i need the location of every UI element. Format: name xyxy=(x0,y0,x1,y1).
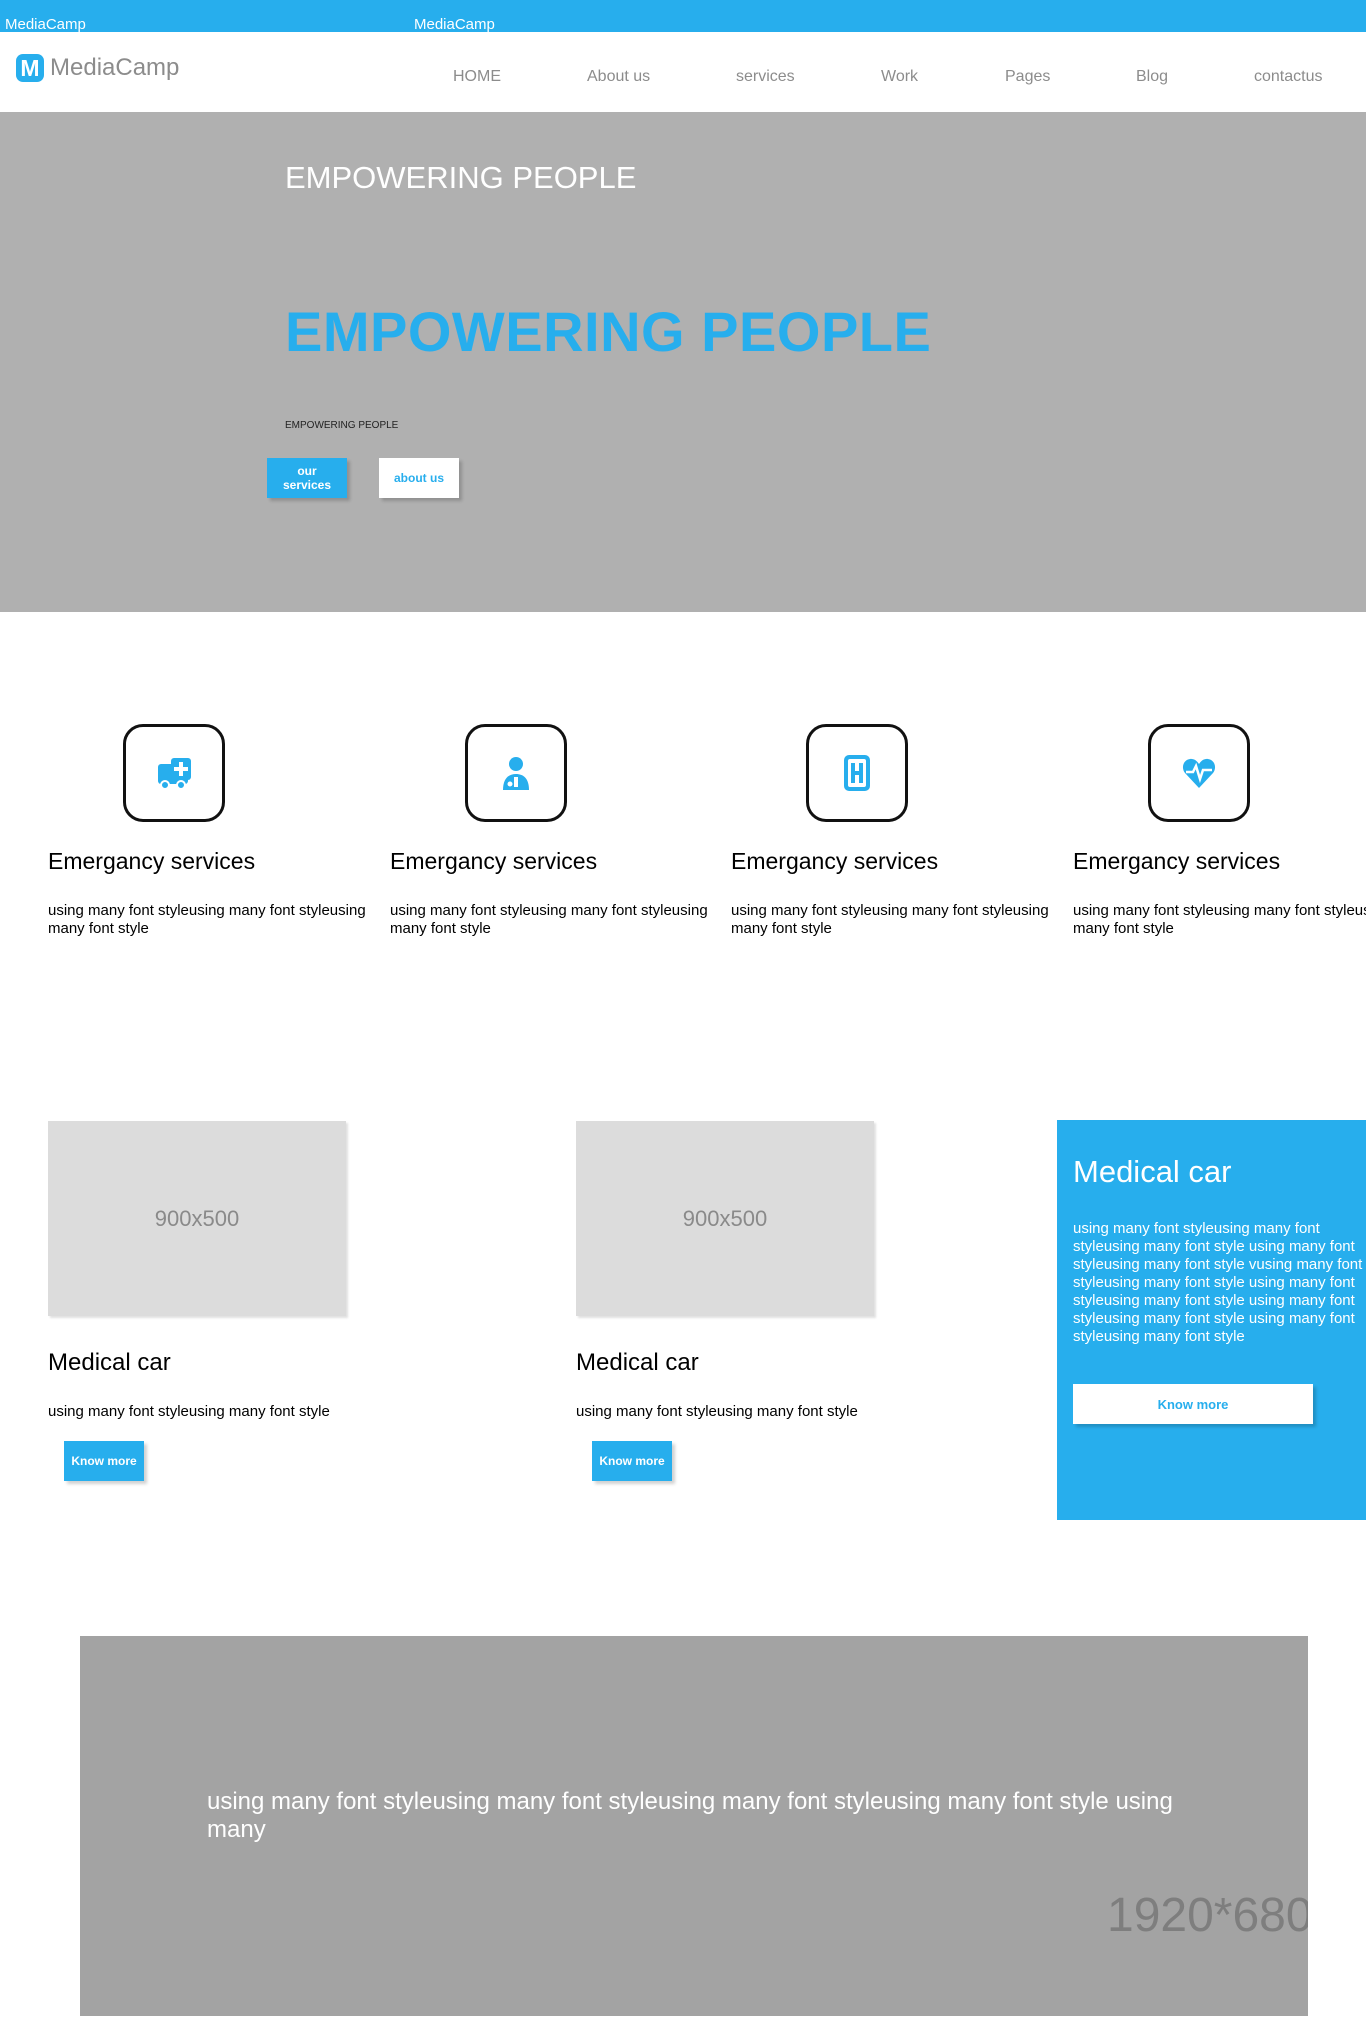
logo-text: MediaCamp xyxy=(50,54,180,81)
service-icon-box xyxy=(123,724,225,822)
nav-home[interactable]: HOME xyxy=(453,68,501,86)
featured-card: Medical car using many font styleusing m… xyxy=(1057,1120,1366,1520)
top-bar: MediaCamp MediaCamp xyxy=(0,0,1366,33)
our-services-button[interactable]: our services xyxy=(267,458,347,498)
banner: using many font styleusing many font sty… xyxy=(80,1636,1308,2016)
service-icon-box xyxy=(806,724,908,822)
heartbeat-icon xyxy=(1182,758,1216,788)
featured-title: Medical car xyxy=(1073,1154,1232,1189)
image-placeholder: 900x500 xyxy=(48,1121,346,1316)
nav-about-us[interactable]: About us xyxy=(587,68,650,86)
know-more-button[interactable]: Know more xyxy=(64,1441,144,1481)
service-title: Emergancy services xyxy=(48,848,256,874)
nav-pages[interactable]: Pages xyxy=(1005,68,1050,86)
nav-work[interactable]: Work xyxy=(881,68,918,86)
card-text: using many font styleusing many font sty… xyxy=(576,1403,858,1420)
service-title: Emergancy services xyxy=(731,848,939,874)
image-placeholder: 900x500 xyxy=(576,1121,874,1316)
hero-subtitle: EMPOWERING PEOPLE xyxy=(285,160,637,195)
nav-blog[interactable]: Blog xyxy=(1136,68,1168,86)
know-more-button[interactable]: Know more xyxy=(592,1441,672,1481)
hero-tagline: EMPOWERING PEOPLE xyxy=(285,420,399,431)
service-title: Emergancy services xyxy=(1073,848,1281,874)
featured-know-more-button[interactable]: Know more xyxy=(1073,1384,1313,1424)
navbar: M MediaCamp HOME About us services Work … xyxy=(0,32,1366,112)
service-text: using many font styleusing many font sty… xyxy=(390,902,708,937)
service-icon-box xyxy=(465,724,567,822)
ambulance-icon xyxy=(158,758,191,790)
service-text: using many font styleusing many font sty… xyxy=(1073,902,1366,937)
service-icon-box xyxy=(1148,724,1250,822)
hospital-icon xyxy=(844,755,870,791)
logo-icon: M xyxy=(16,54,44,82)
topbar-brand-center[interactable]: MediaCamp xyxy=(414,16,495,33)
service-text: using many font styleusing many font sty… xyxy=(48,902,366,937)
topbar-brand-left[interactable]: MediaCamp xyxy=(5,16,86,33)
service-text: using many font styleusing many font sty… xyxy=(731,902,1049,937)
card-title: Medical car xyxy=(576,1349,699,1376)
logo[interactable]: M MediaCamp xyxy=(16,53,179,83)
doctor-icon xyxy=(503,757,529,790)
hero-section: EMPOWERING PEOPLE EMPOWERING PEOPLE EMPO… xyxy=(0,112,1366,612)
card-text: using many font styleusing many font sty… xyxy=(48,1403,330,1420)
banner-image-label: 1920*680 xyxy=(1107,1889,1308,1942)
banner-text: using many font styleusing many font sty… xyxy=(207,1788,1173,1843)
nav-contactus[interactable]: contactus xyxy=(1254,68,1322,86)
hero-title: EMPOWERING PEOPLE xyxy=(285,300,932,363)
card-title: Medical car xyxy=(48,1349,171,1376)
about-us-button[interactable]: about us xyxy=(379,458,459,498)
nav-services[interactable]: services xyxy=(736,68,795,86)
service-title: Emergancy services xyxy=(390,848,598,874)
featured-text: using many font styleusing many font sty… xyxy=(1073,1220,1363,1345)
